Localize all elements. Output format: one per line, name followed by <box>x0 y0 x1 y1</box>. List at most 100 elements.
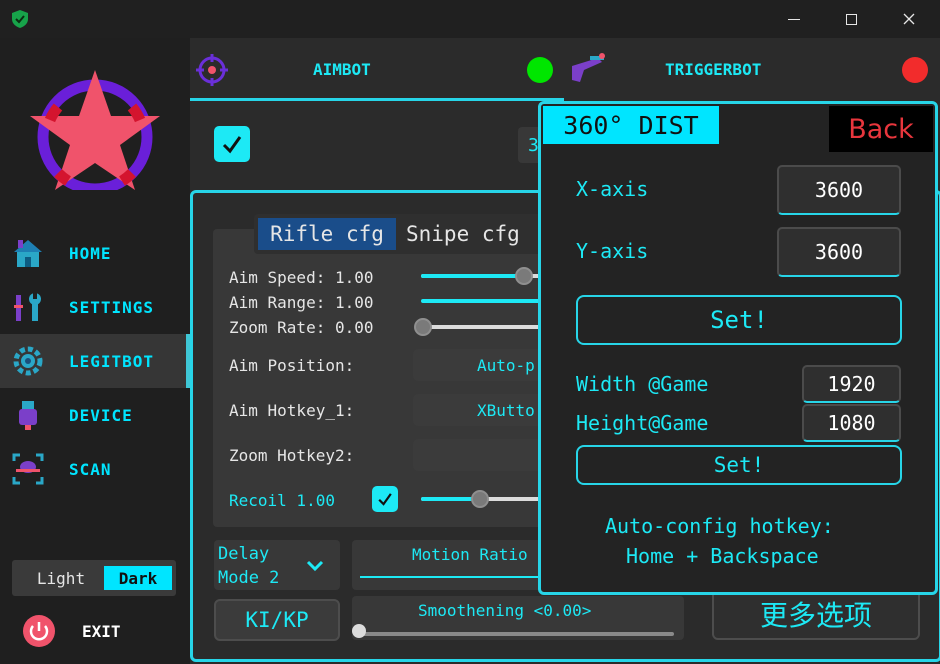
checkmark-icon <box>378 493 392 506</box>
aim-range-label: Aim Range: 1.00 <box>229 293 374 312</box>
tab-aimbot-label: AIMBOT <box>313 60 371 79</box>
checkmark-icon <box>222 136 242 154</box>
x-axis-label: X-axis <box>576 177 649 201</box>
set-axis-label: Set! <box>710 306 768 334</box>
aimbot-status-indicator <box>527 57 553 83</box>
y-axis-value: 3600 <box>814 240 864 264</box>
usb-icon <box>12 399 44 431</box>
height-game-input[interactable]: 1080 <box>802 404 901 442</box>
aim-speed-fill <box>421 274 525 278</box>
set-resolution-label: Set! <box>713 453 765 477</box>
smoothening-control[interactable]: Smoothening <0.00> <box>352 596 684 640</box>
height-game-label: Height@Game <box>576 411 709 435</box>
crosshair-icon <box>194 52 230 88</box>
aim-speed-slider[interactable] <box>421 266 541 286</box>
sidebar-item-device[interactable]: DEVICE <box>0 388 190 442</box>
aim-range-fill <box>421 299 541 303</box>
smoothening-label: Smoothening <0.00> <box>418 601 592 620</box>
zoom-rate-knob[interactable] <box>414 318 432 336</box>
exit-label: EXIT <box>82 622 121 641</box>
sidebar-item-label: SETTINGS <box>69 297 155 317</box>
dist-360-popup: 360° DIST Back X-axis 3600 Y-axis 3600 S… <box>538 101 938 595</box>
recoil-checkbox[interactable] <box>372 486 398 512</box>
ki-kp-button[interactable]: KI/KP <box>214 599 340 641</box>
height-game-value: 1080 <box>827 411 876 435</box>
theme-light-option[interactable]: Light <box>18 566 104 590</box>
smoothening-knob[interactable] <box>352 624 366 638</box>
set-resolution-button[interactable]: Set! <box>576 445 902 485</box>
tab-snipe-cfg[interactable]: Snipe cfg <box>402 218 542 250</box>
tab-rifle-cfg[interactable]: Rifle cfg <box>258 218 396 250</box>
aim-speed-knob[interactable] <box>515 267 533 285</box>
more-options-label: 更多选项 <box>759 599 872 632</box>
motion-ratio-line <box>360 576 550 578</box>
width-game-value: 1920 <box>827 372 876 396</box>
theme-dark-option[interactable]: Dark <box>104 566 172 590</box>
sidebar-item-label: SCAN <box>69 459 112 479</box>
zoom-rate-label: Zoom Rate: 0.00 <box>229 318 374 337</box>
aimbot-enable-checkbox[interactable] <box>214 126 250 162</box>
more-options-button[interactable]: 更多选项 <box>712 588 920 640</box>
aim-position-label: Aim Position: <box>229 356 355 375</box>
minimize-button[interactable] <box>765 0 823 38</box>
theme-toggle[interactable]: Light Dark <box>12 560 176 596</box>
close-icon <box>903 13 915 25</box>
zoom-hotkey-field[interactable] <box>413 439 553 471</box>
hotkey-hint-line1: Auto-config hotkey: <box>605 514 834 538</box>
tab-aimbot[interactable]: AIMBOT <box>190 38 564 102</box>
maximize-button[interactable] <box>822 0 880 38</box>
sidebar-item-label: DEVICE <box>69 405 133 425</box>
delay-mode-line2: Mode 2 <box>218 568 280 588</box>
set-axis-button[interactable]: Set! <box>576 295 902 345</box>
sidebar-item-settings[interactable]: SETTINGS <box>0 280 190 334</box>
scan-icon <box>12 453 44 485</box>
close-button[interactable] <box>880 0 938 38</box>
motion-ratio-control[interactable]: Motion Ratio <box>352 540 552 590</box>
recoil-slider[interactable] <box>421 489 541 509</box>
zoom-rate-slider[interactable] <box>414 317 541 337</box>
aim-position-value: Auto-p <box>477 355 535 375</box>
exit-button[interactable]: EXIT <box>22 612 182 650</box>
aim-hotkey-field[interactable]: XButto <box>413 394 553 426</box>
power-icon <box>22 614 56 648</box>
delay-mode-line1: Delay <box>218 544 270 564</box>
y-axis-label: Y-axis <box>576 239 649 263</box>
aim-hotkey-value: XButto <box>477 400 535 420</box>
sidebar-item-scan[interactable]: SCAN <box>0 442 190 496</box>
sidebar-item-home[interactable]: HOME <box>0 226 190 280</box>
x-axis-input[interactable]: 3600 <box>777 165 901 215</box>
gun-icon <box>568 52 606 84</box>
triggerbot-status-indicator <box>902 57 928 83</box>
home-icon <box>12 237 44 269</box>
sidebar-item-label: HOME <box>69 243 112 263</box>
delay-mode-dropdown[interactable]: Delay Mode 2 <box>214 540 340 590</box>
aim-range-slider[interactable] <box>421 291 541 311</box>
aim-speed-label: Aim Speed: 1.00 <box>229 268 374 287</box>
y-axis-input[interactable]: 3600 <box>777 227 901 277</box>
tab-active-underline <box>190 98 564 101</box>
width-game-input[interactable]: 1920 <box>802 365 901 403</box>
popup-title-text: 360° DIST <box>563 110 699 140</box>
cfg-tabs: Rifle cfg Snipe cfg <box>254 214 544 254</box>
maximize-icon <box>845 13 857 25</box>
title-bar <box>0 0 940 38</box>
chevron-down-icon <box>306 560 324 572</box>
back-button[interactable]: Back <box>829 106 933 152</box>
width-game-label: Width @Game <box>576 372 709 396</box>
tab-triggerbot-label: TRIGGERBOT <box>665 60 762 79</box>
recoil-label: Recoil 1.00 <box>229 491 335 510</box>
hotkey-hint-line2: Home + Backspace <box>626 544 819 568</box>
motion-ratio-label: Motion Ratio <box>412 545 528 564</box>
sidebar-item-legitbot[interactable]: LEGITBOT <box>0 334 190 388</box>
popup-title: 360° DIST <box>543 106 719 144</box>
tab-triggerbot[interactable]: TRIGGERBOT <box>564 38 940 102</box>
aim-position-dropdown[interactable]: Auto-p <box>413 349 553 381</box>
sidebar-item-label: LEGITBOT <box>69 351 155 371</box>
ki-kp-label: KI/KP <box>245 608 309 632</box>
sidebar: HOME SETTINGS LEGITBOT DEVICE SCAN Light… <box>0 38 190 664</box>
recoil-knob[interactable] <box>471 490 489 508</box>
back-button-label: Back <box>848 113 914 145</box>
shield-icon <box>10 9 30 29</box>
minimize-icon <box>788 18 800 20</box>
gear-icon <box>12 345 44 377</box>
